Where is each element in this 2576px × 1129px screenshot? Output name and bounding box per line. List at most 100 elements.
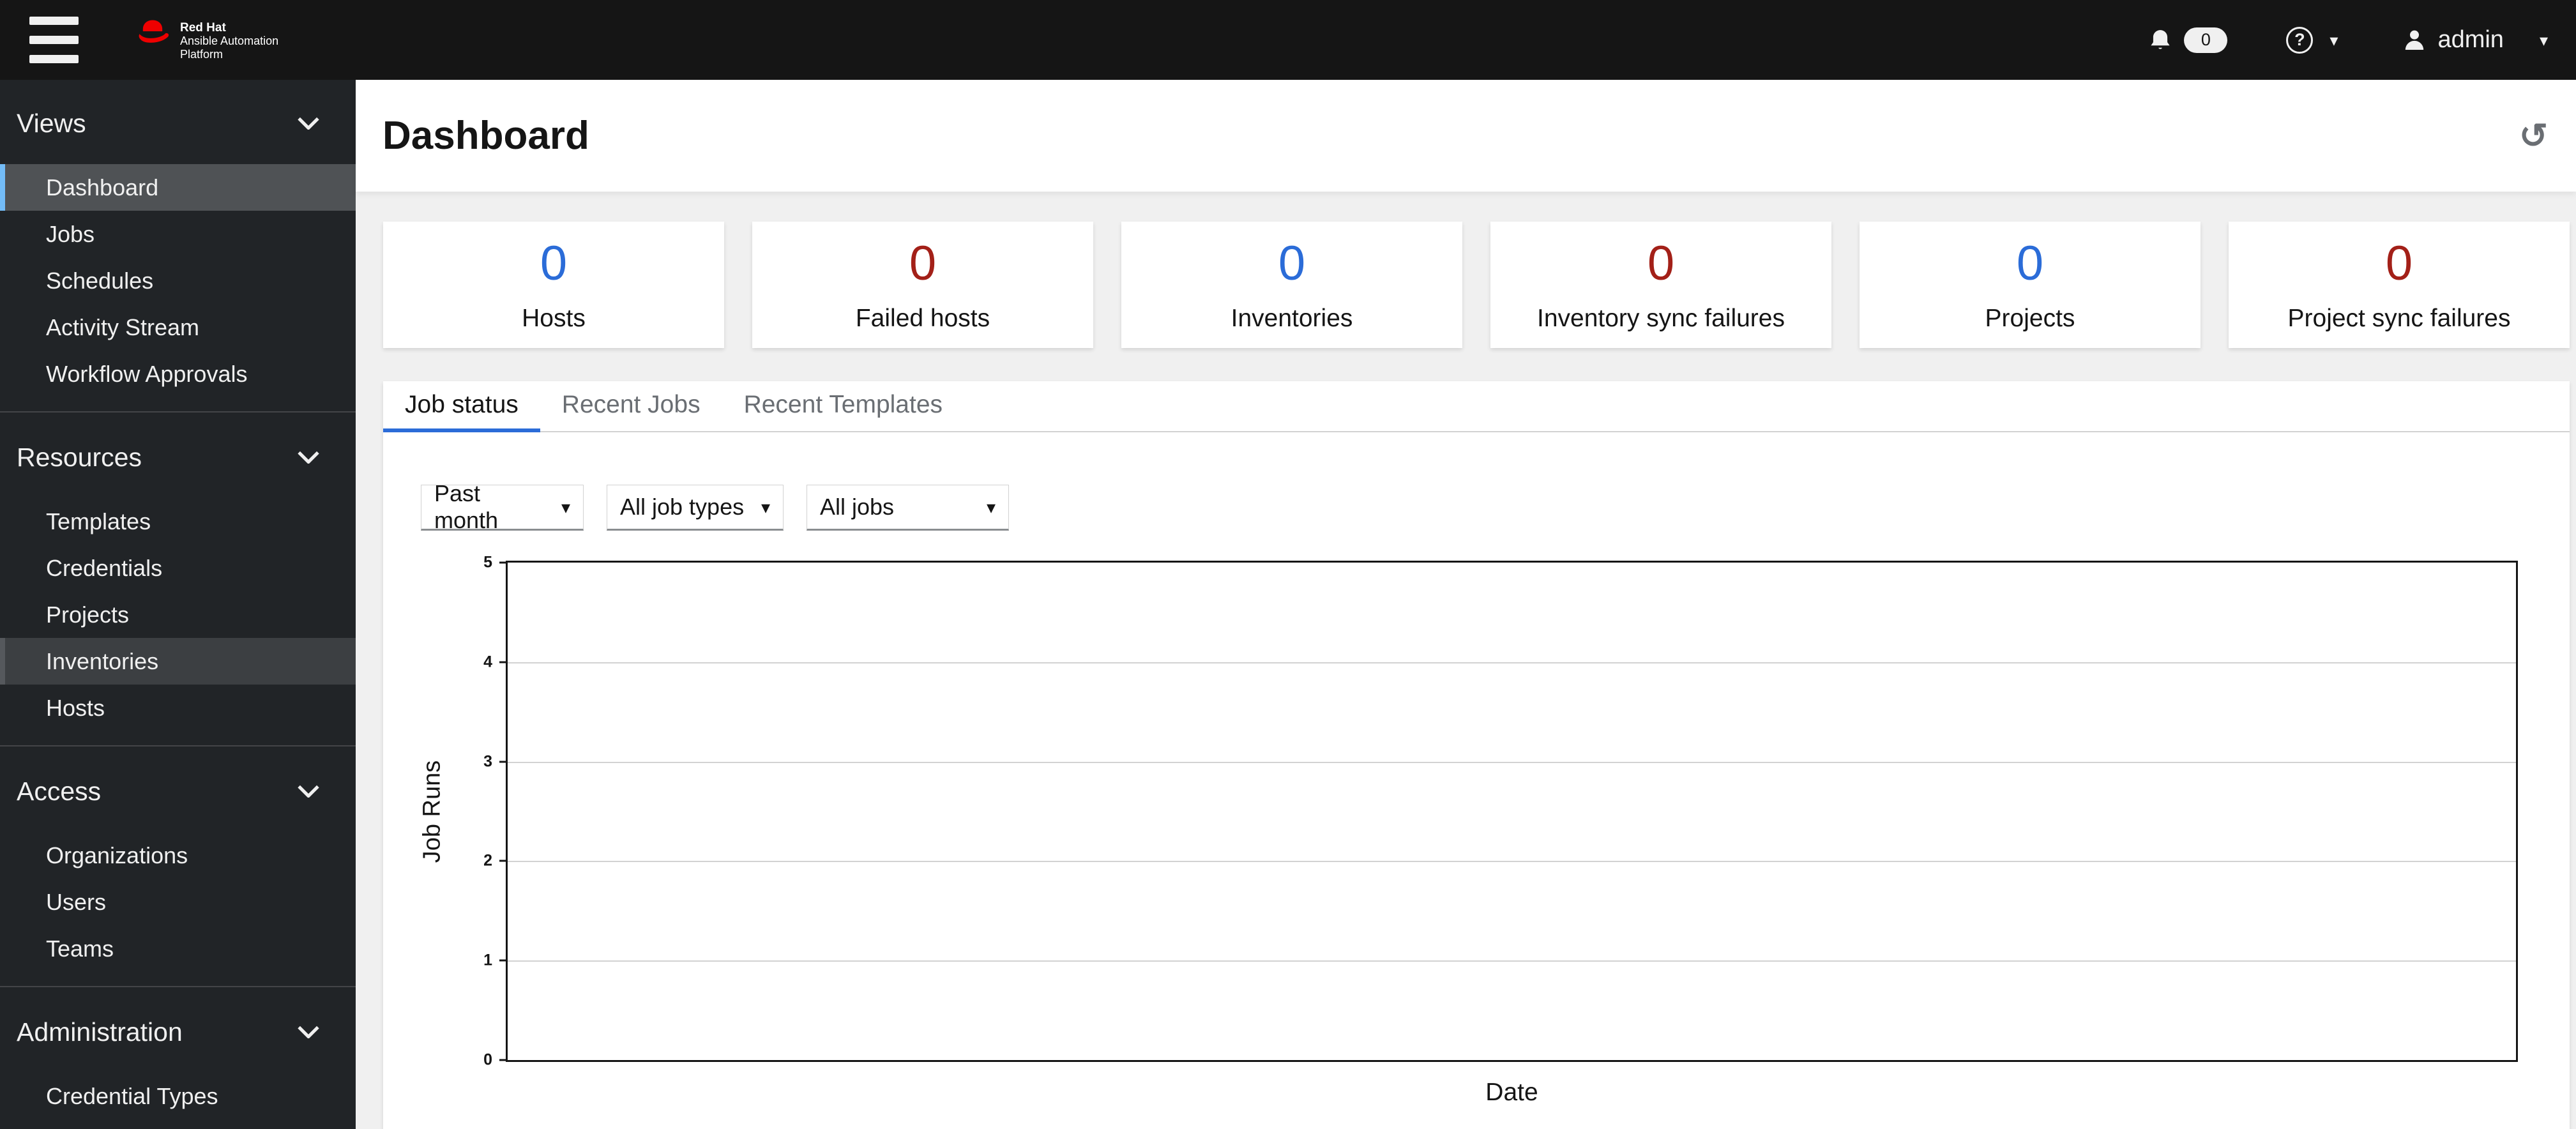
- caret-down-icon: ▾: [561, 497, 570, 517]
- card-failed-hosts[interactable]: 0 Failed hosts: [752, 222, 1093, 348]
- card-failed-hosts-label: Failed hosts: [855, 305, 990, 332]
- sidebar-item-activity-stream[interactable]: Activity Stream: [0, 304, 356, 351]
- brand-product-line1: Ansible Automation: [180, 34, 279, 47]
- nav-group-header-resources[interactable]: Resources: [0, 425, 356, 489]
- sidebar-item-projects[interactable]: Projects: [0, 591, 356, 638]
- y-tick-label: 0: [483, 1050, 492, 1069]
- nav-list-administration: Credential Types Notifications: [0, 1073, 356, 1129]
- chevron-down-icon: [298, 1026, 319, 1038]
- refresh-history-button[interactable]: ↺: [2519, 119, 2548, 153]
- y-tick-label: 1: [483, 951, 492, 969]
- sidebar-item-schedules[interactable]: Schedules: [0, 257, 356, 304]
- job-status-panel: Job status Recent Jobs Recent Templates …: [383, 381, 2570, 1129]
- masthead-toolbar: 0 ? ▾ admin ▾: [2148, 26, 2548, 54]
- sidebar-item-credential-types[interactable]: Credential Types: [0, 1073, 356, 1119]
- page-header: Dashboard ↺: [356, 80, 2576, 192]
- sidebar-item-jobs[interactable]: Jobs: [0, 211, 356, 257]
- nav-list-access: Organizations Users Teams: [0, 832, 356, 972]
- card-failed-hosts-count[interactable]: 0: [909, 238, 936, 289]
- nav-group-label: Resources: [17, 442, 142, 472]
- card-projects[interactable]: 0 Projects: [1860, 222, 2201, 348]
- dashboard-content: 0 Hosts 0 Failed hosts 0 Inventories 0 I…: [356, 192, 2576, 1129]
- gridline: [508, 861, 2516, 863]
- nav-group-views: Views Dashboard Jobs Schedules Activity …: [0, 91, 356, 413]
- card-project-sync-failures[interactable]: 0 Project sync failures: [2229, 222, 2570, 348]
- card-inventories[interactable]: 0 Inventories: [1121, 222, 1462, 348]
- card-hosts[interactable]: 0 Hosts: [383, 222, 724, 348]
- filter-period-select[interactable]: Past month ▾: [421, 480, 584, 533]
- nav-group-label: Access: [17, 776, 102, 806]
- nav-group-resources: Resources Templates Credentials Projects…: [0, 425, 356, 746]
- y-tick-mark: [499, 1059, 506, 1061]
- caret-down-icon: ▾: [761, 497, 770, 517]
- y-tick-mark: [499, 959, 506, 962]
- y-tick-label: 4: [483, 653, 492, 671]
- brand-logo: Red Hat Ansible Automation Platform: [134, 19, 278, 61]
- chevron-down-icon: ▾: [2539, 30, 2548, 50]
- card-inventories-label: Inventories: [1231, 305, 1353, 332]
- chevron-down-icon: [298, 451, 319, 464]
- question-circle-icon: ?: [2286, 26, 2314, 54]
- card-projects-label: Projects: [1985, 305, 2075, 332]
- hamburger-icon: [29, 17, 79, 25]
- sidebar-item-workflow-approvals[interactable]: Workflow Approvals: [0, 351, 356, 397]
- caret-down-icon: ▾: [986, 497, 996, 517]
- red-hat-fedora-icon: [139, 20, 169, 43]
- x-axis-label: Date: [1485, 1079, 1538, 1106]
- filter-jobs-select[interactable]: All jobs ▾: [807, 485, 1009, 531]
- main-area: Dashboard ↺ 0 Hosts 0 Failed hosts 0 Inv…: [356, 80, 2576, 1129]
- y-tick-label: 5: [483, 553, 492, 572]
- history-icon: ↺: [2519, 116, 2548, 155]
- tab-recent-templates[interactable]: Recent Templates: [722, 381, 964, 432]
- help-menu-button[interactable]: ? ▾: [2286, 26, 2338, 54]
- nav-list-resources: Templates Credentials Projects Inventori…: [0, 498, 356, 731]
- y-tick-mark: [499, 860, 506, 862]
- y-tick-label: 2: [483, 851, 492, 870]
- masthead: Red Hat Ansible Automation Platform 0 ? …: [0, 0, 2576, 80]
- app-shell: Views Dashboard Jobs Schedules Activity …: [0, 80, 2576, 1129]
- user-icon: [2406, 30, 2424, 50]
- card-inventory-sync-failures[interactable]: 0 Inventory sync failures: [1490, 222, 1831, 348]
- card-inventory-sync-failures-label: Inventory sync failures: [1536, 305, 1785, 332]
- sidebar-item-inventories[interactable]: Inventories: [0, 638, 356, 685]
- user-menu-button[interactable]: admin ▾: [2402, 26, 2548, 54]
- card-inventory-sync-failures-count[interactable]: 0: [1648, 238, 1674, 289]
- tab-job-status[interactable]: Job status: [383, 381, 540, 432]
- nav-group-header-views[interactable]: Views: [0, 91, 356, 155]
- chart-filters: Past month ▾ All job types ▾ All jobs ▾: [421, 480, 2570, 533]
- filter-period-value: Past month: [434, 480, 499, 533]
- y-tick-mark: [499, 761, 506, 763]
- bell-icon: [2151, 29, 2170, 49]
- card-inventories-count[interactable]: 0: [1278, 238, 1305, 289]
- notifications-button[interactable]: [2148, 27, 2172, 54]
- gridline: [508, 761, 2516, 763]
- nav-group-label: Administration: [17, 1017, 183, 1047]
- nav-group-access: Access Organizations Users Teams: [0, 759, 356, 987]
- filter-job-type-select[interactable]: All job types ▾: [607, 485, 784, 531]
- sidebar-item-credentials[interactable]: Credentials: [0, 545, 356, 591]
- chevron-down-icon: [298, 117, 319, 130]
- nav-list-views: Dashboard Jobs Schedules Activity Stream…: [0, 164, 356, 397]
- sidebar-item-templates[interactable]: Templates: [0, 498, 356, 545]
- username: admin: [2437, 26, 2504, 53]
- notifications-count-badge[interactable]: 0: [2184, 27, 2228, 53]
- sidebar-item-notifications[interactable]: Notifications: [0, 1119, 356, 1129]
- sidebar-item-hosts[interactable]: Hosts: [0, 685, 356, 731]
- card-hosts-label: Hosts: [522, 305, 586, 332]
- tab-recent-jobs[interactable]: Recent Jobs: [540, 381, 722, 432]
- nav-group-header-administration[interactable]: Administration: [0, 1000, 356, 1064]
- card-project-sync-failures-label: Project sync failures: [2287, 305, 2511, 332]
- sidebar-item-dashboard[interactable]: Dashboard: [0, 164, 356, 211]
- nav-toggle-button[interactable]: [29, 16, 80, 64]
- y-axis-label: Job Runs: [418, 760, 446, 863]
- sidebar-item-organizations[interactable]: Organizations: [0, 832, 356, 879]
- filter-jobs-value: All jobs: [820, 494, 895, 520]
- card-projects-count[interactable]: 0: [2017, 238, 2043, 289]
- nav-group-administration: Administration Credential Types Notifica…: [0, 1000, 356, 1129]
- card-hosts-count[interactable]: 0: [540, 238, 567, 289]
- card-project-sync-failures-count[interactable]: 0: [2386, 238, 2413, 289]
- nav-group-header-access[interactable]: Access: [0, 759, 356, 823]
- job-runs-chart: Job Runs 5 4 3 2 1 0 Date: [383, 554, 2570, 1107]
- sidebar-item-users[interactable]: Users: [0, 879, 356, 925]
- sidebar-item-teams[interactable]: Teams: [0, 925, 356, 972]
